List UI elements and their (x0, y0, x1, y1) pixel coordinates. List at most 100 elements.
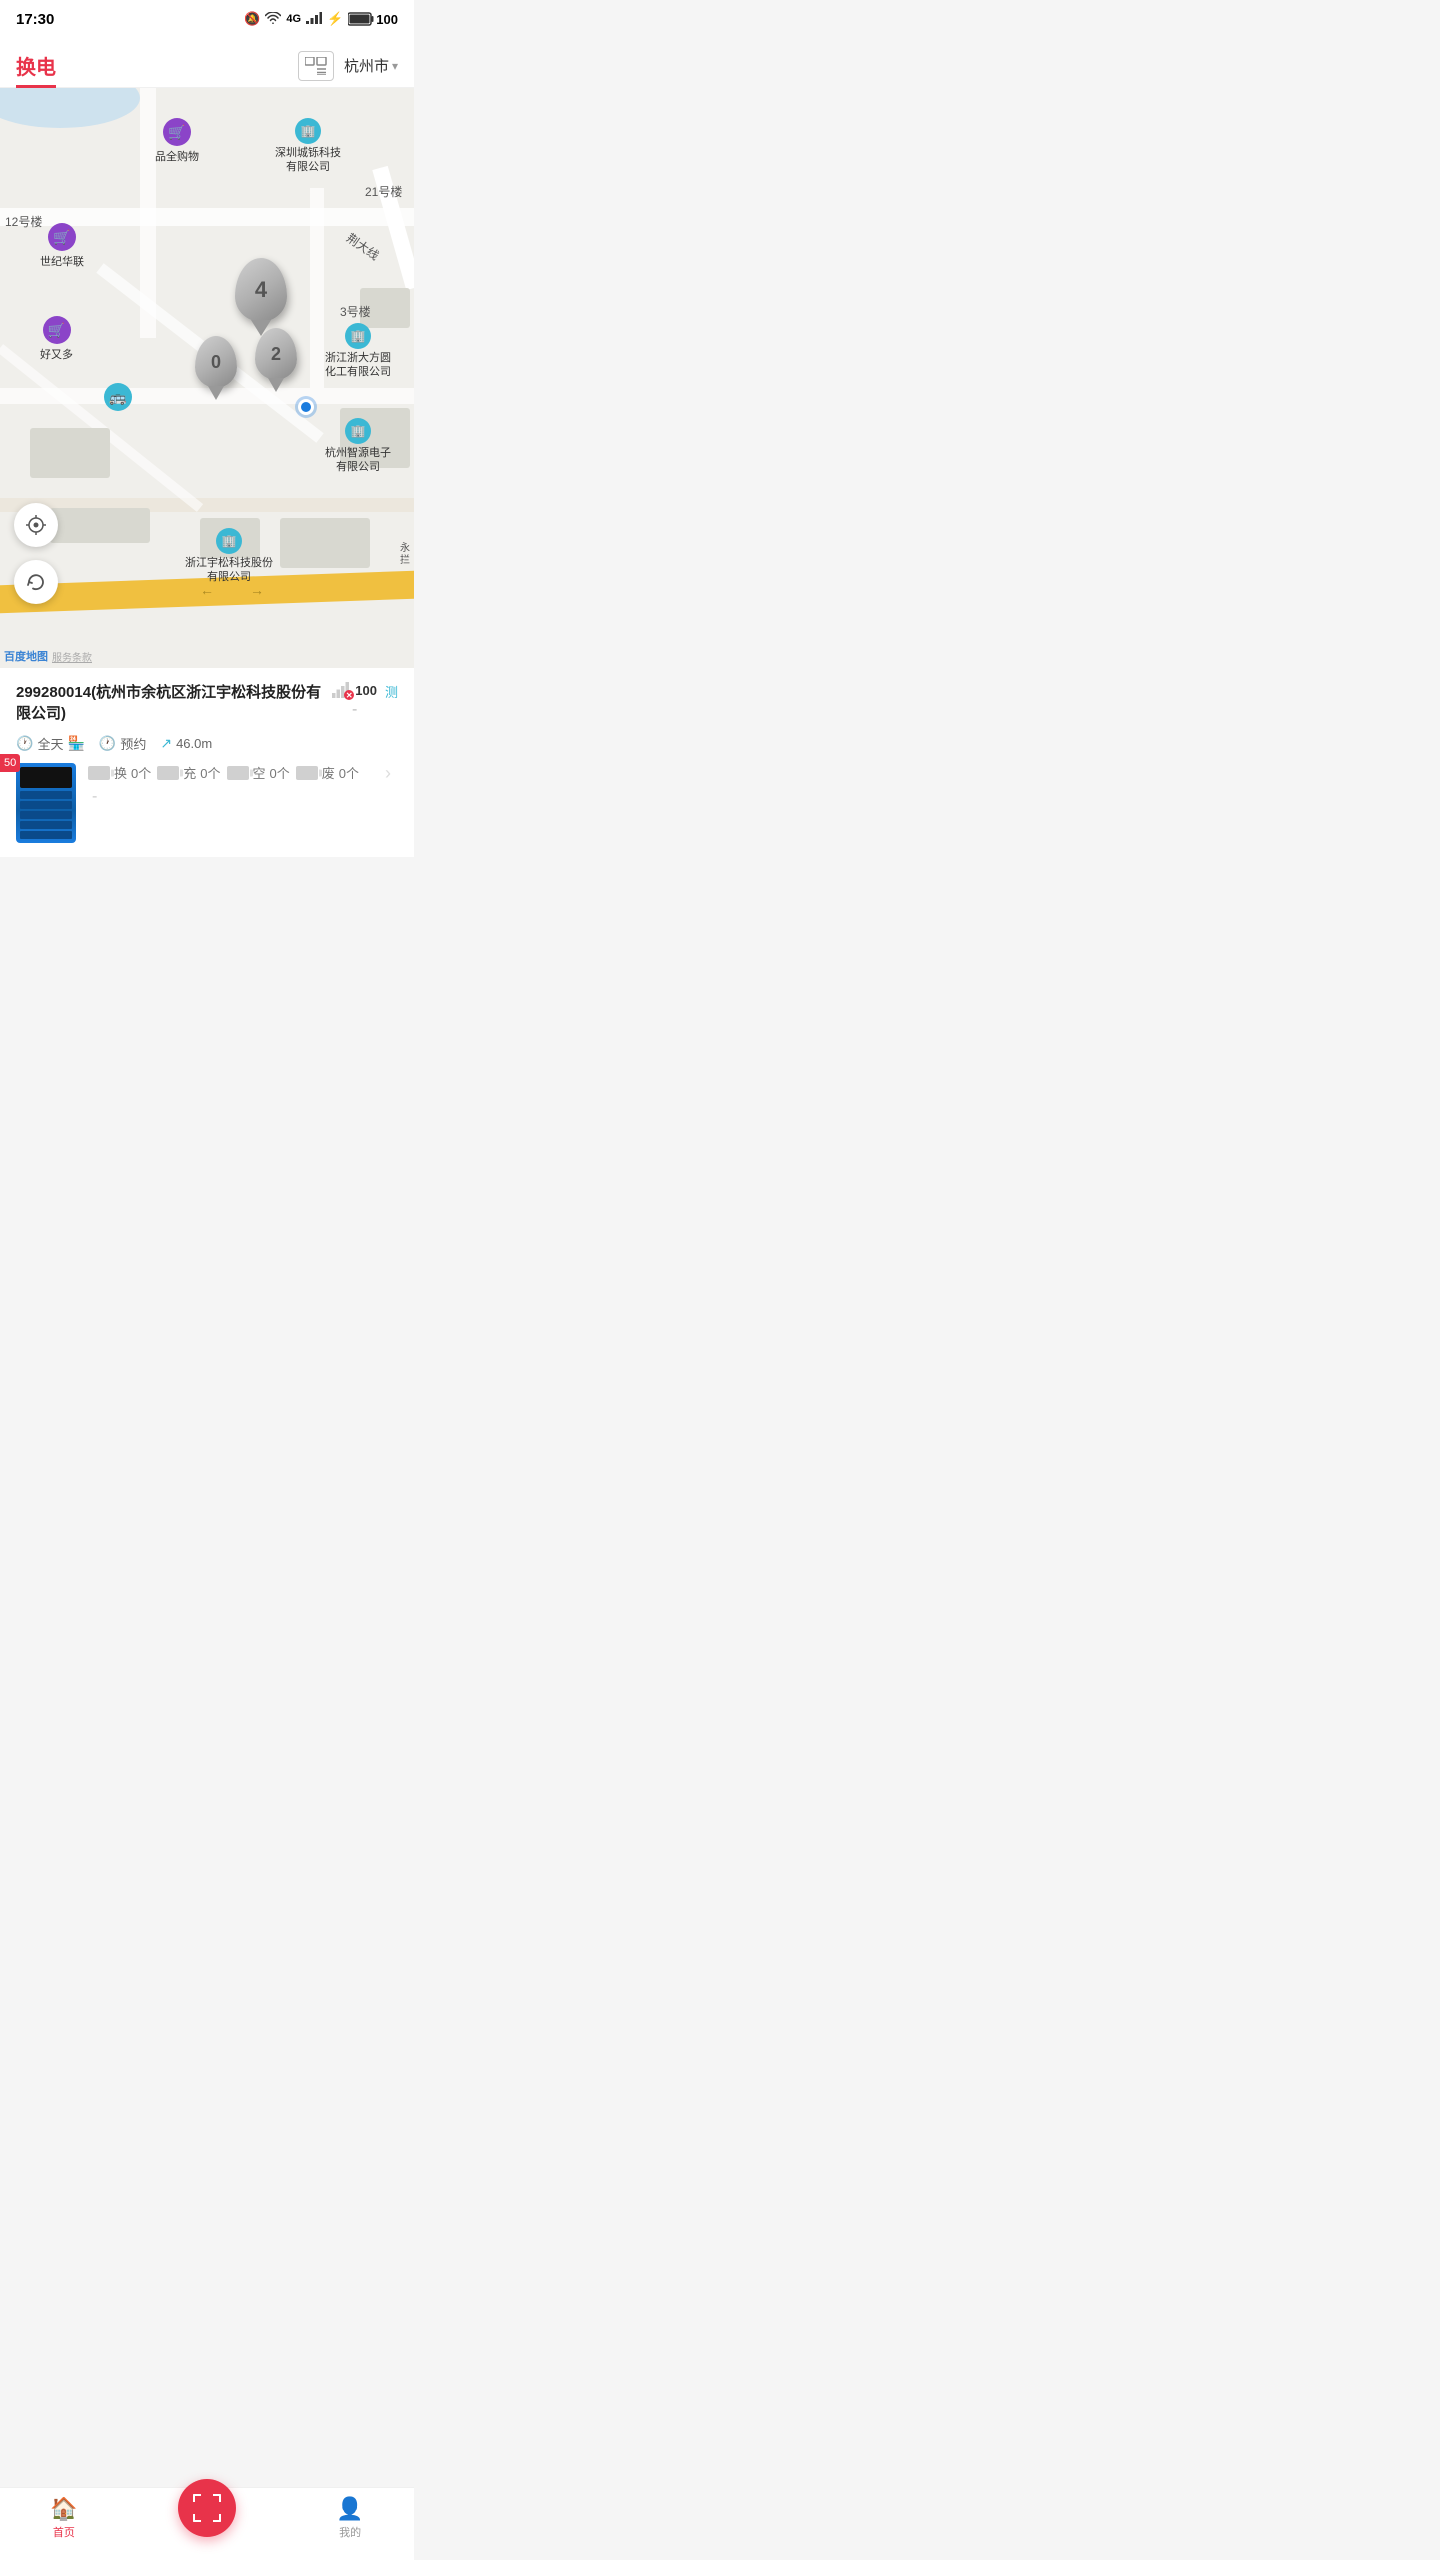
battery-charge: 充 0个 (157, 763, 220, 782)
bell-off-icon: 🔕 (244, 11, 260, 27)
charge-count: 0个 (200, 763, 220, 782)
slot-1 (20, 791, 72, 799)
pinquan-label: 品全购物 (155, 148, 199, 164)
tag-hours: 🕐 全天 🏪 (16, 734, 85, 753)
bottom-nav: 🏠 首页 👤 我的 (0, 2487, 414, 2560)
page-number: 50 (0, 754, 20, 772)
nav-scan[interactable] (178, 2499, 236, 2537)
poi-fangyuan[interactable]: 🏢 浙江浙大方圆化工有限公司 (325, 323, 391, 380)
poi-zhiyuan[interactable]: 🏢 杭州智源电子有限公司 (325, 418, 391, 475)
app-header: 换电 杭州市 ▾ (0, 36, 414, 88)
info-card: 299280014(杭州市余杭区浙江宇松科技股份有限公司) 🕐 全天 🏪 🕐 预… (0, 668, 414, 857)
bolt-icon: ⚡ (327, 11, 343, 27)
scan-button[interactable] (178, 2479, 236, 2537)
baidu-logo: 百度地图 (4, 648, 48, 664)
battery-empty-icon (227, 766, 249, 780)
map-area[interactable]: ← → 12号楼 3号楼 21号楼 荆大线 永拦 🛒 品全购物 🛒 世纪华联 🛒… (0, 88, 414, 668)
nav-profile[interactable]: 👤 我的 (336, 2496, 363, 2540)
fangyuan-icon: 🏢 (345, 323, 371, 349)
battery-counts: 换 0个 充 0个 空 0个 废 0个 - (88, 763, 366, 806)
shenzhen-icon: 🏢 (295, 118, 321, 144)
corner-tl (193, 2494, 201, 2502)
empty-count: 0个 (270, 763, 290, 782)
charge-label: 充 (183, 763, 196, 782)
battery-swap-icon (88, 766, 110, 780)
signal-x-mark: ✕ (344, 690, 354, 700)
status-bar: 17:30 🔕 4G ⚡ (0, 0, 414, 36)
shijihualian-icon: 🛒 (48, 223, 76, 251)
yusong-icon: 🏢 (216, 528, 242, 554)
poi-haoyouduo[interactable]: 🛒 好又多 (40, 316, 73, 362)
hours-text: 全天 (37, 734, 63, 753)
profile-label: 我的 (339, 2524, 361, 2540)
pinquan-icon: 🛒 (163, 118, 191, 146)
device-slots (20, 791, 72, 839)
city-name: 杭州市 (344, 55, 389, 76)
slot-4 (20, 821, 72, 829)
city-dropdown-icon: ▾ (392, 59, 398, 73)
list-view-button[interactable] (298, 51, 334, 81)
status-icons: 🔕 4G ⚡ 100 (244, 11, 398, 27)
signal-status: ✕ 100 - (332, 682, 377, 718)
poi-bus-stop[interactable]: 🚌 (104, 383, 132, 411)
map-label-yonglian: 永拦 (400, 543, 410, 567)
map-branding: 百度地图 服务条款 (4, 648, 92, 664)
locate-button[interactable] (14, 503, 58, 547)
yusong-label: 浙江宇松科技股份有限公司 (185, 556, 273, 585)
empty-label: 空 (253, 763, 266, 782)
tag-nav: ↗ 46.0m (160, 735, 212, 752)
poi-shenzhen[interactable]: 🏢 深圳城铄科技有限公司 (275, 118, 341, 175)
nav-home[interactable]: 🏠 首页 (50, 2496, 77, 2540)
reserve-clock-icon: 🕐 (99, 735, 116, 752)
status-time: 17:30 (16, 11, 54, 28)
haoyouduo-icon: 🛒 (43, 316, 71, 344)
pin-0-body: 0 (195, 336, 237, 388)
pin-2[interactable]: 2 (255, 328, 297, 380)
home-icon: 🏠 (50, 2496, 77, 2522)
pin-4[interactable]: 4 (235, 258, 287, 322)
zhiyuan-icon: 🏢 (345, 418, 371, 444)
home-label: 首页 (53, 2524, 75, 2540)
tail-dash: - (92, 788, 97, 806)
slot-3 (20, 811, 72, 819)
terms-link[interactable]: 服务条款 (52, 649, 92, 664)
poi-shijihualian[interactable]: 🛒 世纪华联 (40, 223, 84, 269)
pin-2-body: 2 (255, 328, 297, 380)
map-label-21hao: 21号楼 (365, 183, 402, 200)
slot-5 (20, 831, 72, 839)
open-icon: 🏪 (67, 735, 84, 752)
more-info-button[interactable]: 测 (385, 682, 398, 701)
reserve-text: 预约 (120, 734, 146, 753)
battery-waste-icon (296, 766, 318, 780)
poi-yusong[interactable]: 🏢 浙江宇松科技股份有限公司 (185, 528, 273, 585)
battery-100-badge: 100 (355, 683, 377, 698)
corner-bl (193, 2514, 201, 2522)
city-selector[interactable]: 杭州市 ▾ (344, 55, 398, 76)
corner-tr (213, 2494, 221, 2502)
corner-br (213, 2514, 221, 2522)
replay-button[interactable] (14, 560, 58, 604)
device-screen (20, 767, 72, 788)
device-image (16, 763, 76, 843)
slot-2 (20, 801, 72, 809)
pin-0[interactable]: 0 (195, 336, 237, 388)
tag-reserve: 🕐 预约 (99, 734, 146, 753)
battery-waste: 废 0个 (296, 763, 359, 782)
map-label-3hao: 3号楼 (340, 303, 371, 320)
current-location-dot (298, 399, 314, 415)
signal-with-x: ✕ (332, 682, 352, 698)
dash-separator: - (352, 702, 357, 718)
poi-pinquan[interactable]: 🛒 品全购物 (155, 118, 199, 164)
map-label-12hao: 12号楼 (5, 213, 42, 230)
4g-icon: 4G (286, 13, 301, 25)
scan-icon-container (193, 2494, 221, 2522)
info-main: 换 0个 充 0个 空 0个 废 0个 - › (16, 763, 398, 843)
waste-label: 废 (322, 763, 335, 782)
wifi-icon (265, 12, 281, 27)
slide-indicator: › (378, 763, 398, 784)
header-right: 杭州市 ▾ (298, 51, 398, 81)
nav-arrow-icon: ↗ (160, 735, 172, 752)
station-title: 299280014(杭州市余杭区浙江宇松科技股份有限公司) (16, 682, 324, 724)
signal-icon (306, 12, 322, 27)
station-tags: 🕐 全天 🏪 🕐 预约 ↗ 46.0m (16, 734, 324, 753)
